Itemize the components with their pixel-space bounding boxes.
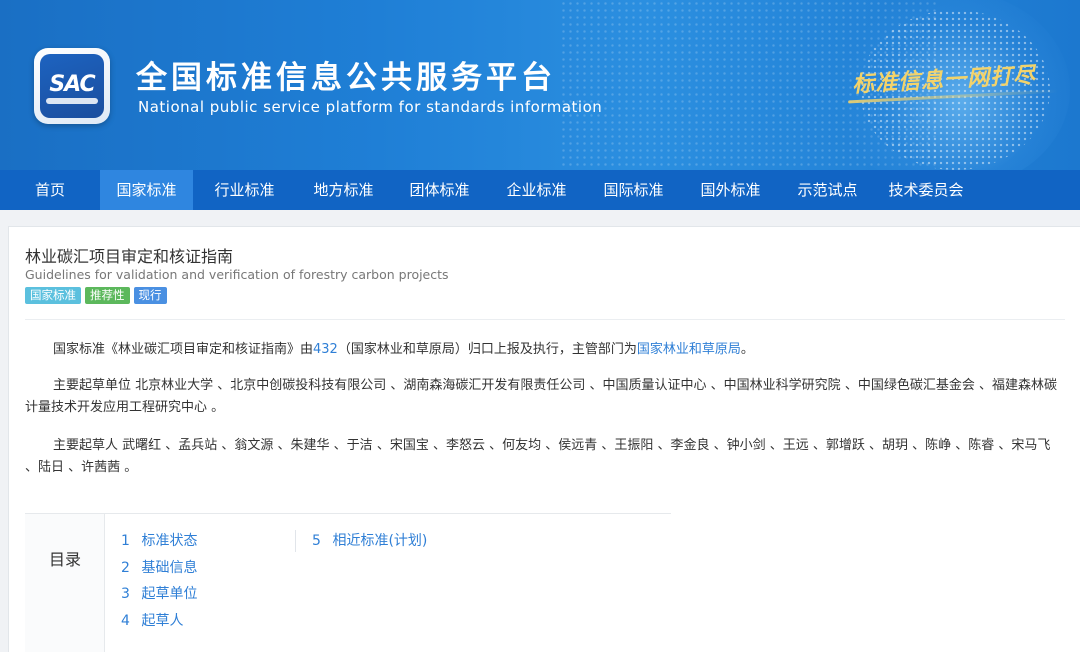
toc-item-label: 相近标准(计划) <box>332 533 428 549</box>
standard-title: 林业碳汇项目审定和核证指南 <box>25 247 234 266</box>
tag-national-standard: 国家标准 <box>25 287 81 304</box>
standard-summary: 国家标准《林业碳汇项目审定和核证指南》由432（国家林业和草原局）归口上报及执行… <box>25 339 1065 361</box>
nav-foreign-standards[interactable]: 国外标准 <box>682 170 779 210</box>
toc-label-box: 目录 <box>25 514 105 652</box>
toc-column-1: 1 标准状态 2 基础信息 3 起草单位 4 起草人 <box>121 530 197 636</box>
toc-column-2: 5 相近标准(计划) <box>295 530 427 552</box>
toc-item-label: 起草人 <box>141 612 184 629</box>
tag-recommended: 推荐性 <box>85 287 130 304</box>
tag-current: 现行 <box>133 287 167 304</box>
drafting-units-list: 北京林业大学 、北京中创碳投科技有限公司 、湖南森海碳汇开发有限责任公司 、中国… <box>25 378 1057 415</box>
nav-enterprise-standards[interactable]: 企业标准 <box>488 170 585 210</box>
standard-detail-card: 林业碳汇项目审定和核证指南 Guidelines for validation … <box>8 226 1080 652</box>
toc-item-similar-standards[interactable]: 5 相近标准(计划) <box>312 530 427 557</box>
drafting-units: 主要起草单位 北京林业大学 、北京中创碳投科技有限公司 、湖南森海碳汇开发有限责… <box>25 375 1065 419</box>
nav-technical-committee[interactable]: 技术委员会 <box>876 170 976 210</box>
table-of-contents: 目录 1 标准状态 2 基础信息 3 起草单位 4 起草人 5 相近标准(计划) <box>25 513 671 652</box>
nav-pilot-demonstration[interactable]: 示范试点 <box>779 170 876 210</box>
summary-middle: （国家林业和草原局）归口上报及执行，主管部门为 <box>337 342 637 357</box>
toc-item-number: 5 <box>312 533 321 549</box>
nav-group-standards[interactable]: 团体标准 <box>391 170 488 210</box>
logo-swoosh <box>46 98 98 104</box>
main-nav: 首页 国家标准 行业标准 地方标准 团体标准 企业标准 国际标准 国外标准 示范… <box>0 170 1080 210</box>
toc-item-number: 2 <box>121 559 130 576</box>
sac-logo-inner: SAC <box>40 54 104 118</box>
sac-logo[interactable]: SAC <box>34 48 110 124</box>
toc-item-number: 3 <box>121 586 130 602</box>
header-banner: SAC 全国标准信息公共服务平台 National public service… <box>0 0 1080 170</box>
sac-logo-text: SAC <box>49 72 95 97</box>
drafters: 主要起草人 武曙红 、孟兵站 、翁文源 、朱建华 、于洁 、宋国宝 、李怒云 、… <box>25 435 1065 479</box>
drafters-label: 主要起草人 <box>53 438 119 453</box>
toc-item-label: 起草单位 <box>141 586 198 602</box>
standard-title-en: Guidelines for validation and verificati… <box>25 267 449 282</box>
committee-code-link[interactable]: 432 <box>313 342 338 357</box>
nav-local-standards[interactable]: 地方标准 <box>296 170 391 210</box>
drafters-list: 武曙红 、孟兵站 、翁文源 、朱建华 、于洁 、宋国宝 、李怒云 、何友均 、侯… <box>25 438 1051 475</box>
nav-international-standards[interactable]: 国际标准 <box>585 170 682 210</box>
toc-item-drafting-units[interactable]: 3 起草单位 <box>121 583 197 610</box>
summary-suffix: 。 <box>740 342 754 357</box>
toc-label: 目录 <box>48 550 81 569</box>
site-title-cn: 全国标准信息公共服务平台 <box>136 60 556 96</box>
toc-item-label: 基础信息 <box>141 559 198 576</box>
toc-item-label: 标准状态 <box>141 533 198 549</box>
nav-national-standards[interactable]: 国家标准 <box>100 170 193 210</box>
standard-tags: 国家标准 推荐性 现行 <box>25 287 167 304</box>
toc-item-number: 1 <box>121 533 130 549</box>
toc-item-number: 4 <box>121 612 130 629</box>
divider <box>25 319 1065 320</box>
toc-item-standard-status[interactable]: 1 标准状态 <box>121 530 197 557</box>
drafting-units-label: 主要起草单位 <box>53 378 132 393</box>
authority-link[interactable]: 国家林业和草原局 <box>637 342 741 357</box>
toc-item-drafters[interactable]: 4 起草人 <box>121 610 197 637</box>
summary-prefix: 国家标准《林业碳汇项目审定和核证指南》由 <box>53 342 314 357</box>
site-title-en: National public service platform for sta… <box>138 98 603 116</box>
nav-home[interactable]: 首页 <box>0 170 100 210</box>
nav-industry-standards[interactable]: 行业标准 <box>193 170 296 210</box>
toc-item-basic-info[interactable]: 2 基础信息 <box>121 557 197 584</box>
